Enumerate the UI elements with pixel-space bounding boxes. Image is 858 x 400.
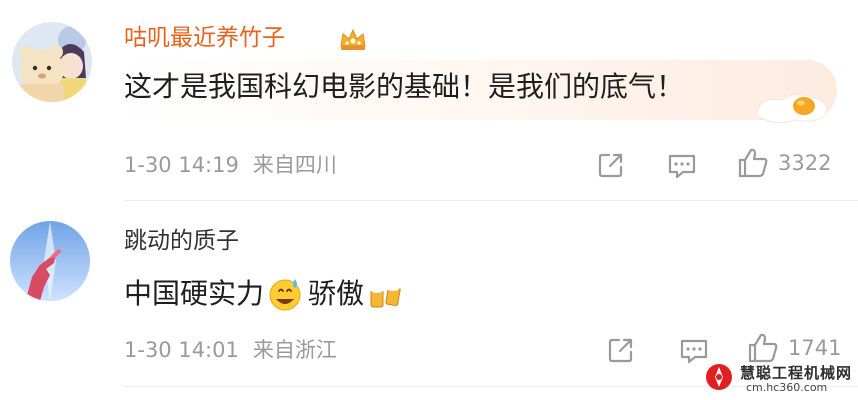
share-button[interactable] bbox=[596, 150, 626, 180]
crown-icon bbox=[340, 28, 366, 50]
comment-meta: 1-30 14:19 来自四川 bbox=[124, 155, 337, 176]
share-icon bbox=[598, 153, 623, 178]
username[interactable]: 跳动的质子 bbox=[124, 230, 239, 253]
watermark: 慧聪工程机械网 cm.hc360.com bbox=[704, 358, 854, 398]
watermark-title: 慧聪工程机械网 bbox=[740, 364, 853, 382]
comment-text: 中国硬实力 骄傲 bbox=[124, 277, 402, 311]
like-count: 1741 bbox=[788, 335, 842, 360]
like-button[interactable]: 3322 bbox=[736, 146, 831, 180]
comment-feed: 咕叽最近养竹子 这才是我国科幻电影的基础！是我们的底气！ 1-30 14:19 来… bbox=[0, 0, 858, 400]
sweat-smile-emoji bbox=[269, 279, 301, 311]
username[interactable]: 咕叽最近养竹子 bbox=[124, 27, 285, 50]
avatar[interactable] bbox=[10, 221, 90, 301]
comment-time: 1-30 14:19 bbox=[124, 153, 239, 177]
reply-button[interactable] bbox=[666, 152, 698, 180]
comment-text: 这才是我国科幻电影的基础！是我们的底气！ bbox=[124, 70, 685, 103]
like-count: 3322 bbox=[778, 150, 832, 175]
watermark-url: cm.hc360.com bbox=[746, 381, 828, 394]
fried-egg-icon bbox=[756, 94, 828, 124]
share-button[interactable] bbox=[606, 335, 636, 365]
avatar-image bbox=[12, 22, 92, 102]
divider bbox=[124, 200, 858, 201]
avatar-image bbox=[10, 221, 90, 301]
beer-cheers-emoji bbox=[370, 283, 401, 308]
watermark-logo-icon bbox=[706, 364, 732, 390]
comment-text-part: 骄傲 bbox=[308, 277, 365, 310]
comment-icon bbox=[668, 154, 696, 179]
comment-meta: 1-30 14:01 来自浙江 bbox=[124, 340, 337, 361]
share-icon bbox=[608, 338, 633, 363]
comment-time: 1-30 14:01 bbox=[124, 338, 239, 362]
comment-text-part: 中国硬实力 bbox=[124, 277, 265, 310]
comment-item: 咕叽最近养竹子 这才是我国科幻电影的基础！是我们的底气！ 1-30 14:19 来… bbox=[0, 0, 858, 200]
comment-location: 来自四川 bbox=[252, 153, 337, 177]
avatar[interactable] bbox=[12, 22, 92, 102]
thumbs-up-icon bbox=[738, 148, 768, 178]
comment-location: 来自浙江 bbox=[252, 338, 337, 362]
